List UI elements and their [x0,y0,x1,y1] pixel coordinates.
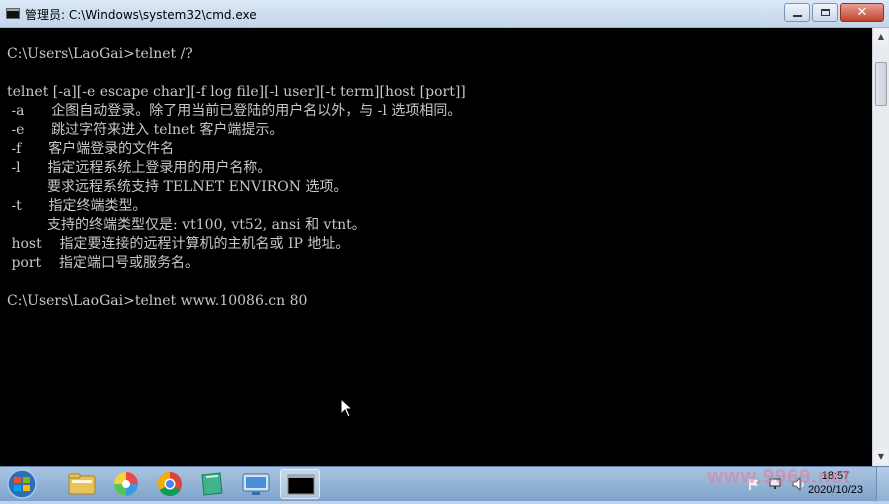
minimize-button[interactable] [784,3,810,22]
scroll-thumb[interactable] [875,62,887,106]
taskbar-pinwheel-app[interactable] [106,469,146,499]
console-line: -l 指定远程系统上登录用的用户名称。 [7,160,272,176]
show-desktop-button[interactable] [876,467,889,501]
windows-logo-icon [7,469,37,499]
console-line: -t 指定终端类型。 [7,198,147,214]
taskbar-green-app[interactable] [192,469,232,499]
cmd-icon [6,8,20,19]
console-line: C:\Users\LaoGai>telnet www.10086.cn 80 [7,293,308,309]
console-line: 要求远程系统支持 TELNET ENVIRON 选项。 [7,179,348,195]
green-app-icon [201,472,223,496]
scroll-up-button[interactable]: ▲ [874,29,888,44]
taskbar-chrome[interactable] [150,469,190,499]
pinwheel-icon [114,472,138,496]
start-button[interactable] [2,468,42,500]
console-line: C:\Users\LaoGai>telnet /? [7,46,193,62]
vertical-scrollbar[interactable]: ▲ ▼ [872,28,889,466]
taskbar-remote-desktop[interactable] [236,469,276,499]
console-line: -e 跳过字符来进入 telnet 客户端提示。 [7,122,284,138]
console-line: host 指定要连接的远程计算机的主机名或 IP 地址。 [7,236,350,252]
mouse-cursor-icon [340,398,354,418]
taskbar-cmd[interactable] [280,469,320,499]
console-line: -f 客户端登录的文件名 [7,141,175,157]
maximize-button[interactable] [812,3,838,22]
close-button[interactable]: ✕ [840,3,884,22]
console-line: port 指定端口号或服务名。 [7,255,199,271]
minimize-icon [793,15,802,17]
maximize-icon [821,9,830,16]
console-line: telnet [-a][-e escape char][-f log file]… [7,84,466,100]
cmd-window: 管理员: C:\Windows\system32\cmd.exe ✕ C:\Us… [0,0,889,466]
monitor-icon [242,473,270,495]
console-line: -a 企图自动登录。除了用当前已登陆的用户名以外，与 -l 选项相同。 [7,103,462,119]
window-controls: ✕ [784,3,884,23]
watermark: www.9969.net [707,466,851,488]
window-title: 管理员: C:\Windows\system32\cmd.exe [25,8,257,22]
taskbar-file-explorer[interactable] [62,469,102,499]
folder-icon [68,473,96,495]
console-line: 支持的终端类型仅是: vt100, vt52, ansi 和 vtnt。 [7,217,366,233]
scroll-down-button[interactable]: ▼ [874,449,888,464]
console-icon [287,474,315,495]
chrome-icon [157,472,182,497]
title-bar[interactable]: 管理员: C:\Windows\system32\cmd.exe ✕ [0,0,889,28]
close-icon: ✕ [856,5,868,20]
console-output[interactable]: C:\Users\LaoGai>telnet /? telnet [-a][-e… [0,28,872,466]
